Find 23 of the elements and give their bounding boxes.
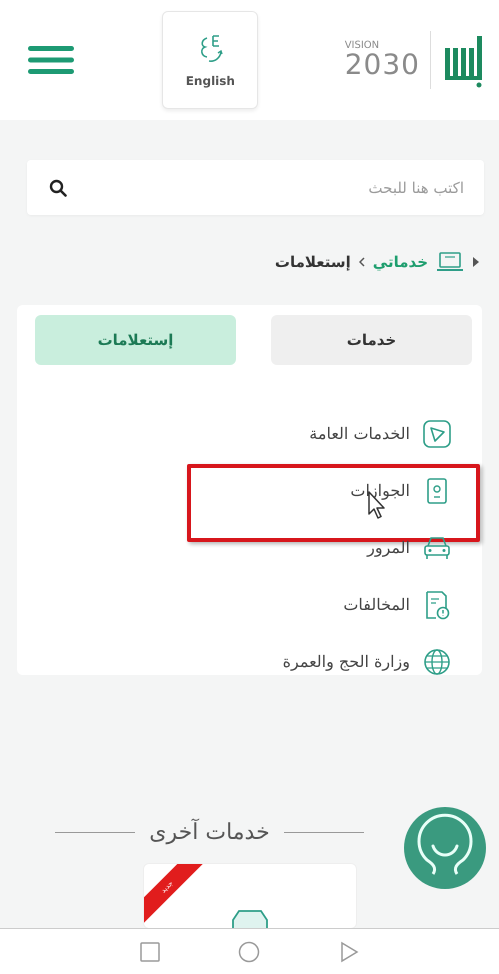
vision-logo: VISION 2030 — [344, 41, 420, 79]
breadcrumb-current: إستعلامات — [274, 253, 351, 271]
square-icon[interactable] — [138, 940, 161, 962]
language-button[interactable]: English — [162, 11, 258, 109]
section-title: خدمات آخرى — [149, 820, 270, 845]
triangle-icon — [472, 257, 480, 267]
search-icon[interactable] — [49, 178, 67, 196]
circle-icon[interactable] — [238, 940, 260, 962]
search-field[interactable]: اكتب هنا للبحث — [27, 160, 484, 215]
service-link[interactable]: وزارة الحج والعمرة — [282, 652, 410, 671]
menu-icon[interactable] — [26, 45, 76, 75]
play-icon[interactable] — [422, 418, 452, 448]
chevron-icon — [358, 257, 365, 267]
globe-icon[interactable] — [422, 646, 452, 676]
service-link[interactable]: الخدمات العامة — [309, 424, 410, 443]
tab[interactable]: خدمات — [271, 315, 472, 365]
service-link[interactable]: المرور — [367, 538, 410, 557]
chat-support-icon[interactable] — [403, 806, 487, 890]
service-link[interactable]: المخالفات — [343, 595, 410, 614]
tab[interactable]: إستعلامات — [35, 315, 236, 365]
search-input[interactable]: اكتب هنا للبحث — [67, 178, 466, 198]
laptop-icon — [436, 251, 464, 273]
service-link[interactable]: الجوازات — [350, 481, 410, 500]
